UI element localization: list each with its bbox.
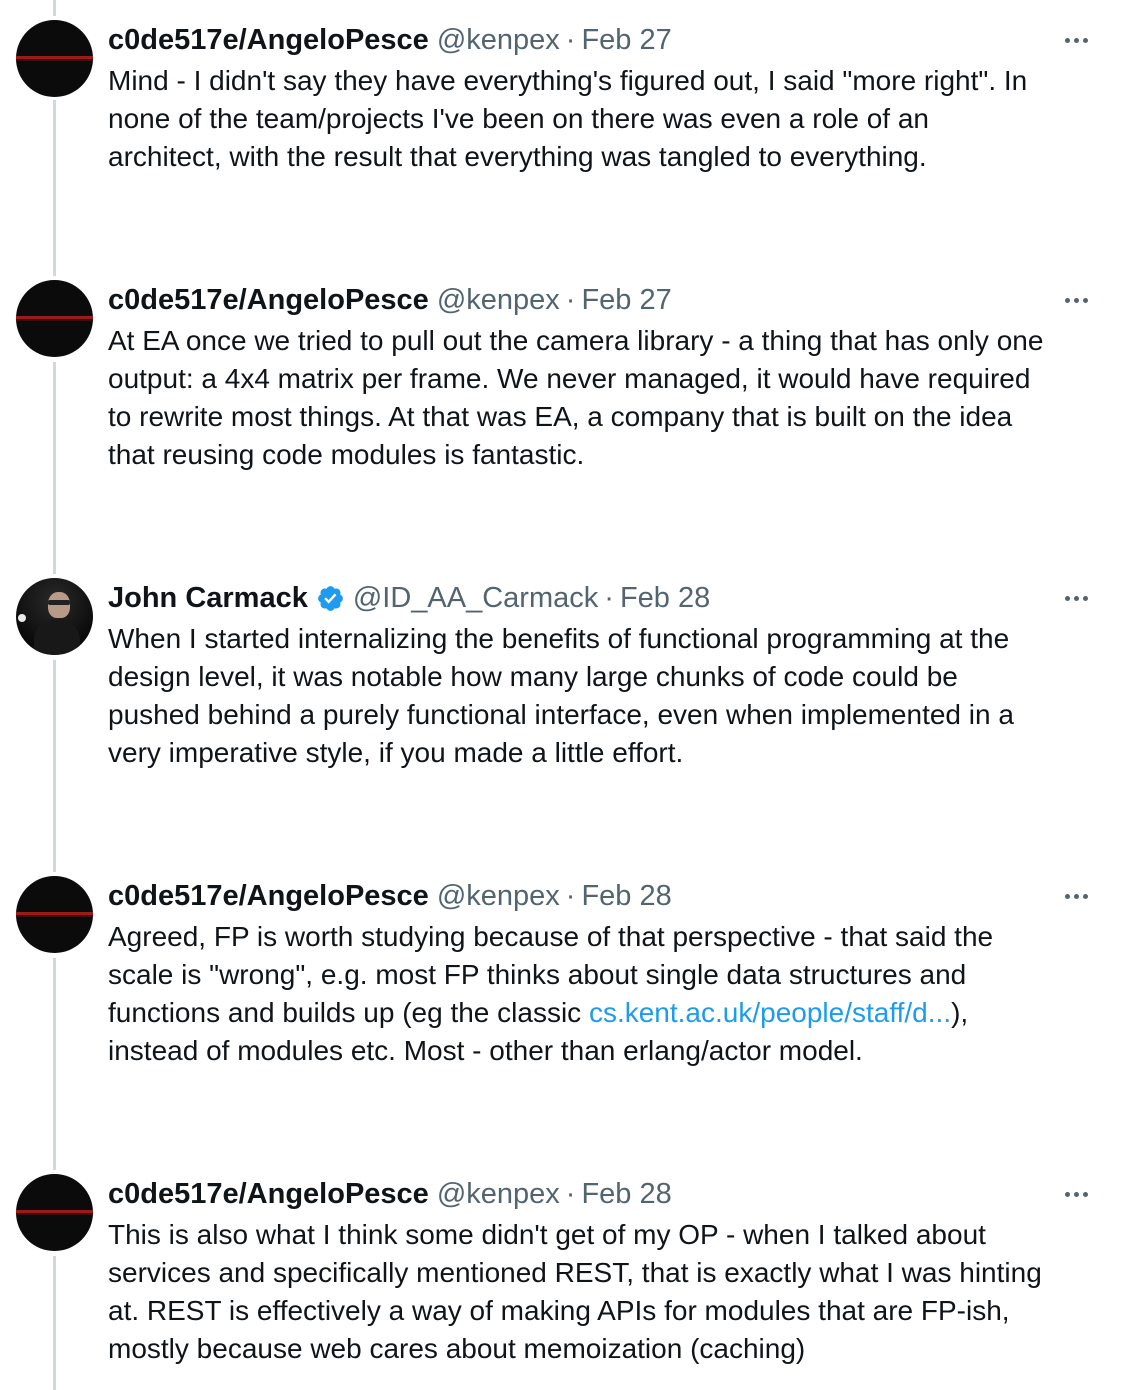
author-handle[interactable]: @ID_AA_Carmack xyxy=(353,582,598,615)
text-line: none of the team/projects I've been on t… xyxy=(108,103,929,134)
text-line: Agreed, FP is worth studying because of … xyxy=(108,921,994,952)
text-line: very imperative style, if you made a lit… xyxy=(108,737,684,768)
author-handle[interactable]: @kenpex xyxy=(437,24,560,57)
text-line: at. REST is effectively a way of making … xyxy=(108,1295,1010,1326)
tweet-date[interactable]: Feb 27 xyxy=(581,24,671,57)
more-options-icon[interactable] xyxy=(1065,280,1088,320)
tweet[interactable]: John Carmack @ID_AA_Carmack · Feb 28 Whe… xyxy=(0,578,1128,858)
more-options-icon[interactable] xyxy=(1065,578,1088,618)
text-line: When I started internalizing the benefit… xyxy=(108,623,1010,654)
text-segment: ), xyxy=(951,997,969,1028)
text-line: This is also what I think some didn't ge… xyxy=(108,1219,986,1250)
more-options-icon[interactable] xyxy=(1065,1174,1088,1214)
text-line: Mind - I didn't say they have everything… xyxy=(108,65,1028,96)
tweet-date[interactable]: Feb 28 xyxy=(620,582,710,615)
tweet-header: c0de517e/AngeloPesce @kenpex · Feb 28 xyxy=(108,1174,672,1214)
avatar[interactable] xyxy=(16,876,93,953)
text-line: instead of modules etc. Most - other tha… xyxy=(108,1035,863,1066)
author-name[interactable]: c0de517e/AngeloPesce xyxy=(108,880,429,913)
verified-badge-icon xyxy=(317,585,343,611)
tweet-text: At EA once we tried to pull out the came… xyxy=(108,322,1108,474)
avatar[interactable] xyxy=(16,20,93,97)
text-line: scale is "wrong", e.g. most FP thinks ab… xyxy=(108,959,967,990)
separator: · xyxy=(565,283,576,316)
text-line: pushed behind a purely functional interf… xyxy=(108,699,1014,730)
tweet-text: This is also what I think some didn't ge… xyxy=(108,1216,1108,1368)
avatar[interactable] xyxy=(16,280,93,357)
separator: · xyxy=(565,879,576,912)
tweet-header: c0de517e/AngeloPesce @kenpex · Feb 27 xyxy=(108,280,672,320)
tweet[interactable]: c0de517e/AngeloPesce @kenpex · Feb 28 Th… xyxy=(0,1174,1128,1390)
author-handle[interactable]: @kenpex xyxy=(437,284,560,317)
author-name[interactable]: c0de517e/AngeloPesce xyxy=(108,284,429,317)
separator: · xyxy=(565,23,576,56)
avatar[interactable] xyxy=(16,578,93,655)
text-line: services and specifically mentioned REST… xyxy=(108,1257,1042,1288)
avatar[interactable] xyxy=(16,1174,93,1251)
more-options-icon[interactable] xyxy=(1065,876,1088,916)
tweet-header: c0de517e/AngeloPesce @kenpex · Feb 28 xyxy=(108,876,672,916)
text-line: that reusing code modules is fantastic. xyxy=(108,439,585,470)
tweet[interactable]: c0de517e/AngeloPesce @kenpex · Feb 27 Mi… xyxy=(0,20,1128,260)
thread-line xyxy=(53,0,56,16)
author-handle[interactable]: @kenpex xyxy=(437,1178,560,1211)
text-line: mostly because web cares about memoizati… xyxy=(108,1333,806,1364)
tweet-date[interactable]: Feb 27 xyxy=(581,284,671,317)
text-segment: functions and builds up (eg the classic xyxy=(108,997,589,1028)
tweet[interactable]: c0de517e/AngeloPesce @kenpex · Feb 28 Ag… xyxy=(0,876,1128,1156)
text-line: to rewrite most things. At that was EA, … xyxy=(108,401,1013,432)
text-line: At EA once we tried to pull out the came… xyxy=(108,325,1044,356)
text-line: output: a 4x4 matrix per frame. We never… xyxy=(108,363,1031,394)
tweet-header: John Carmack @ID_AA_Carmack · Feb 28 xyxy=(108,578,710,618)
author-name[interactable]: John Carmack xyxy=(108,582,308,615)
author-handle[interactable]: @kenpex xyxy=(437,880,560,913)
external-link[interactable]: cs.kent.ac.uk/people/staff/d... xyxy=(589,997,951,1028)
tweet-date[interactable]: Feb 28 xyxy=(581,880,671,913)
tweet-text: Mind - I didn't say they have everything… xyxy=(108,62,1108,176)
text-line: functions and builds up (eg the classic … xyxy=(108,994,1108,1032)
text-line: design level, it was notable how many la… xyxy=(108,661,958,692)
tweet-text: Agreed, FP is worth studying because of … xyxy=(108,918,1108,1070)
author-name[interactable]: c0de517e/AngeloPesce xyxy=(108,1178,429,1211)
text-line: architect, with the result that everythi… xyxy=(108,141,927,172)
tweet-header: c0de517e/AngeloPesce @kenpex · Feb 27 xyxy=(108,20,672,60)
separator: · xyxy=(604,581,614,614)
tweet[interactable]: c0de517e/AngeloPesce @kenpex · Feb 27 At… xyxy=(0,280,1128,560)
more-options-icon[interactable] xyxy=(1065,20,1088,60)
tweet-text: When I started internalizing the benefit… xyxy=(108,620,1108,772)
tweet-date[interactable]: Feb 28 xyxy=(581,1178,671,1211)
separator: · xyxy=(565,1177,576,1210)
author-name[interactable]: c0de517e/AngeloPesce xyxy=(108,24,429,57)
